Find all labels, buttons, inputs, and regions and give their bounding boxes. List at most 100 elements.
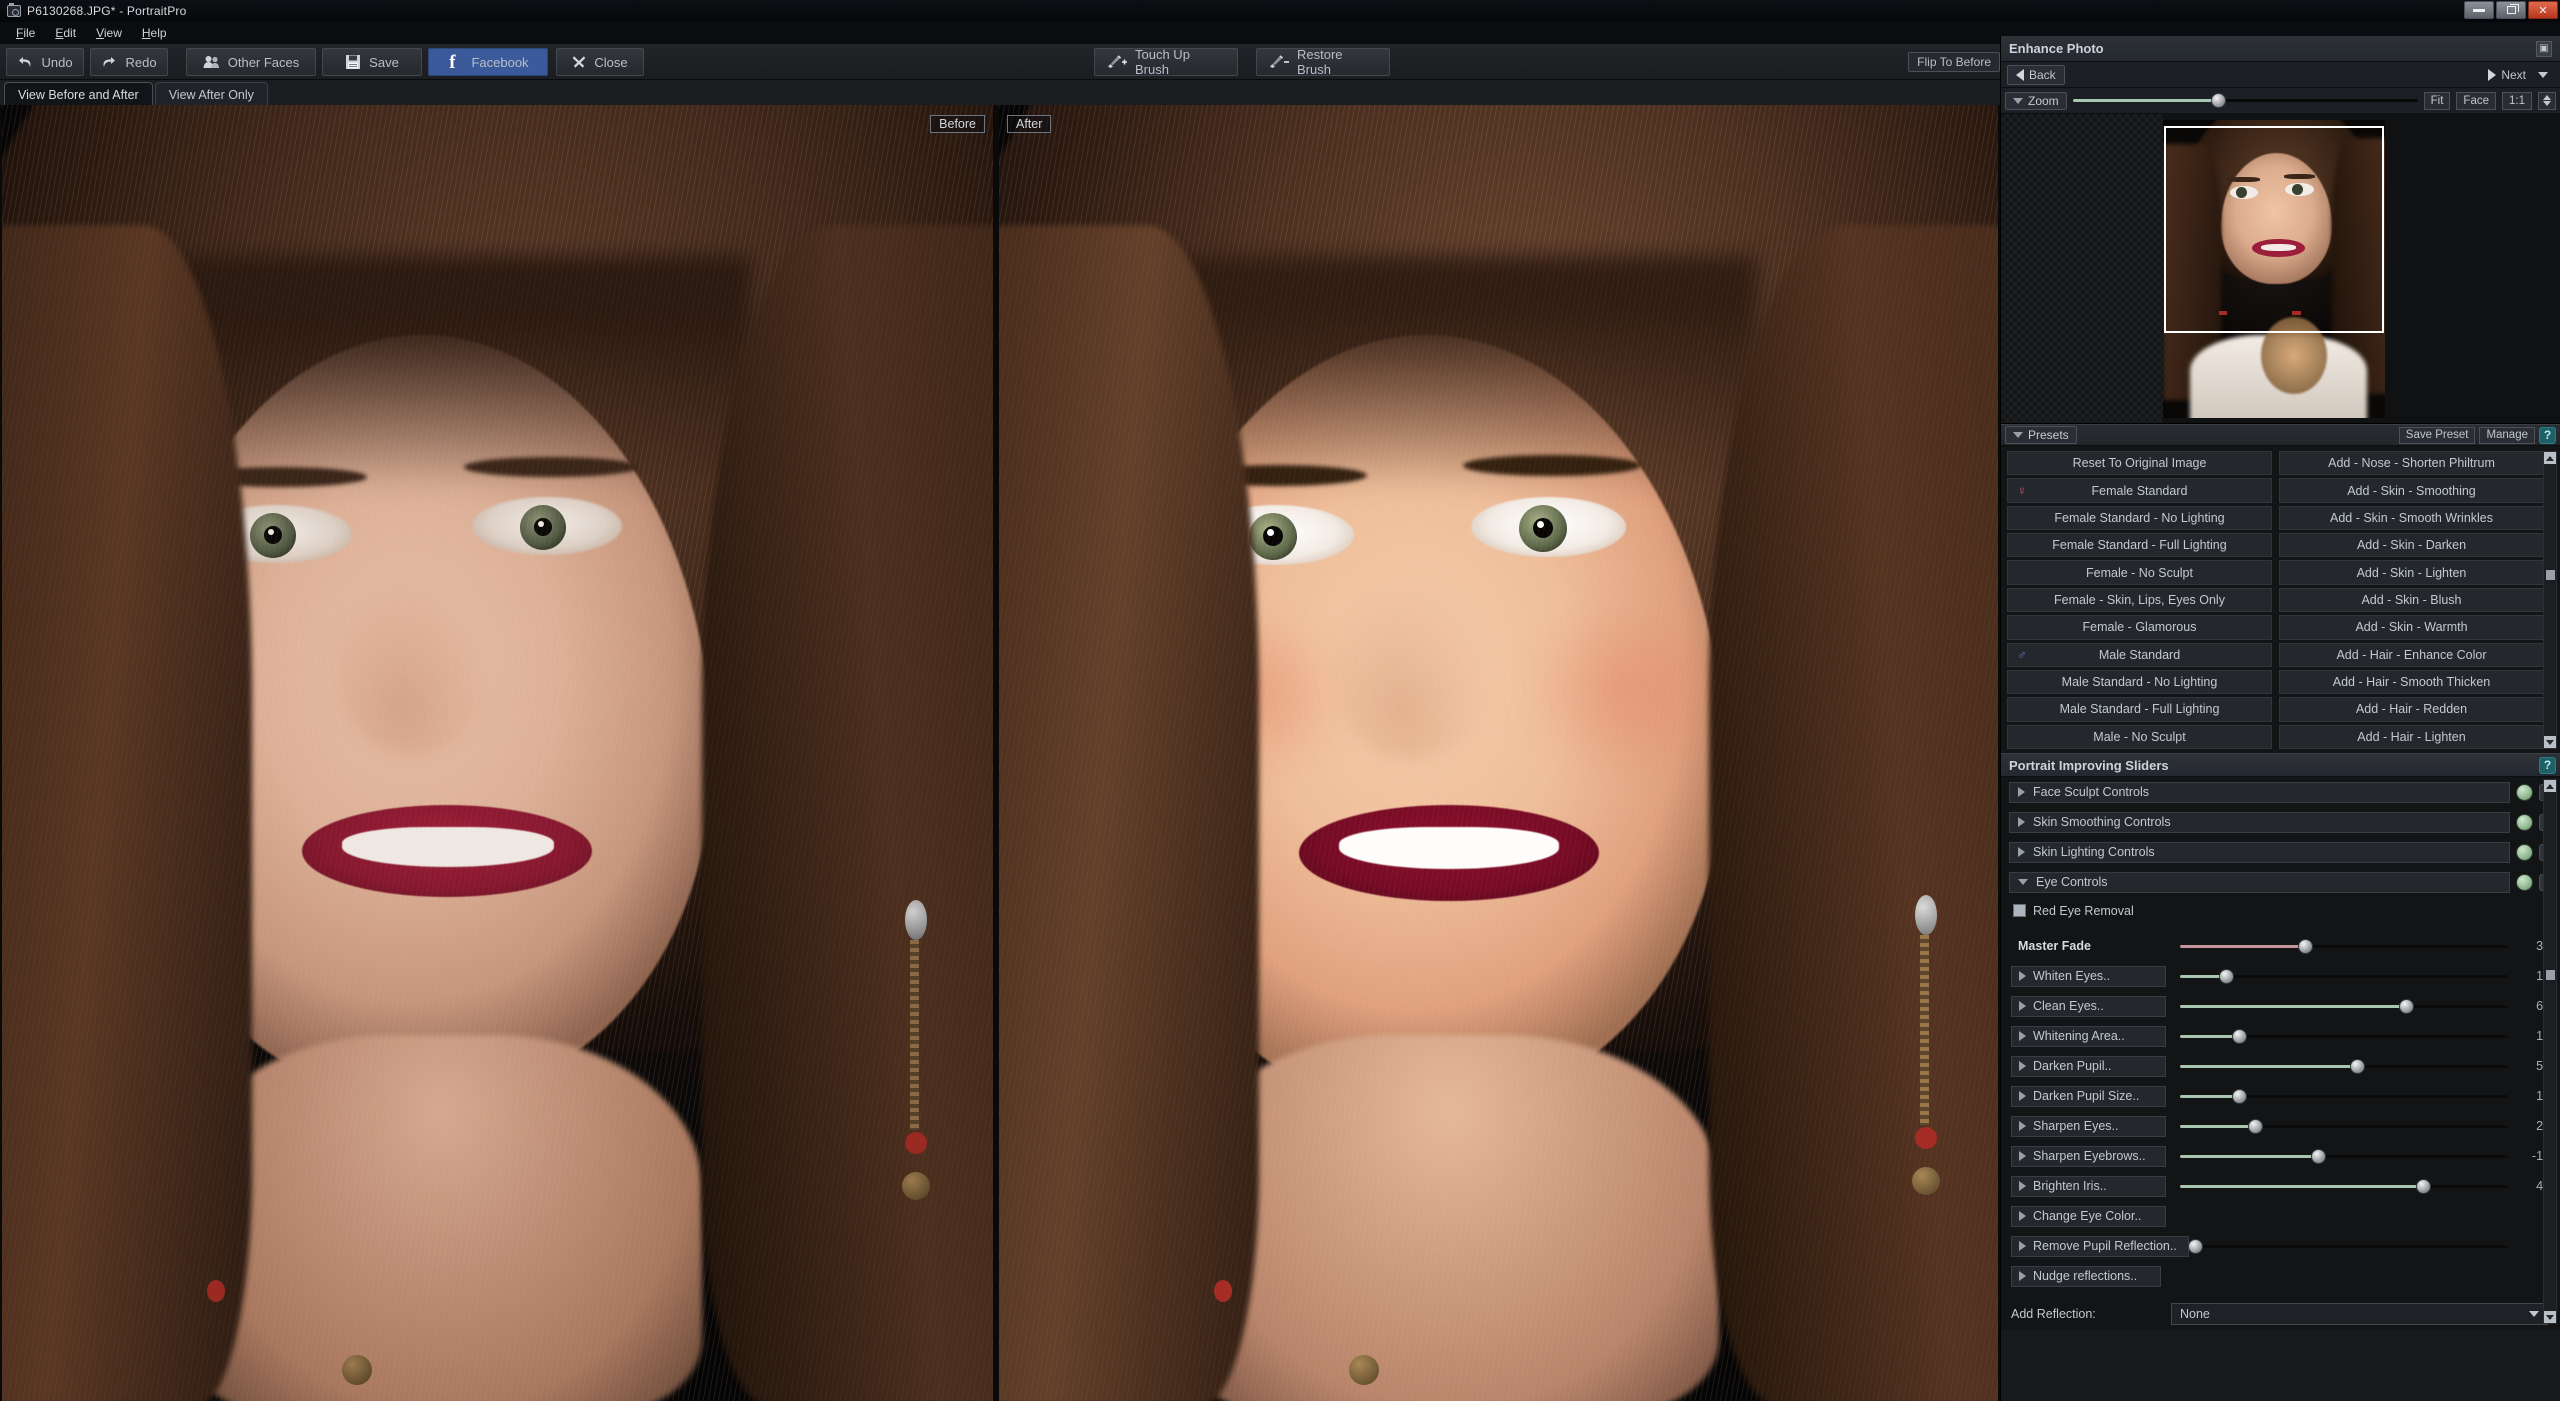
restore-brush-button[interactable]: Restore Brush	[1256, 47, 1390, 77]
eye-slider-control[interactable]	[2180, 1176, 2508, 1197]
preset-item[interactable]: Female Standard - Full Lighting	[2007, 533, 2272, 558]
preset-item[interactable]: Male Standard - No Lighting	[2007, 669, 2272, 695]
nudge-reflections-button[interactable]: Nudge reflections..	[2011, 1265, 2161, 1287]
manage-presets-button[interactable]: Manage	[2479, 426, 2535, 444]
eye-slider-control[interactable]	[2180, 966, 2508, 987]
eye-slider-expand-button[interactable]: Clean Eyes..	[2011, 995, 2166, 1017]
sliders-scrollbar[interactable]	[2543, 779, 2557, 1324]
control-group-enable-led[interactable]	[2516, 813, 2533, 831]
touch-up-brush-button[interactable]: Touch Up Brush	[1094, 47, 1238, 77]
other-faces-button[interactable]: Other Faces	[186, 48, 316, 76]
tab-view-before-and-after[interactable]: View Before and After	[4, 82, 153, 106]
zoom-1to1-button[interactable]: 1:1	[2502, 91, 2532, 110]
slider-knob[interactable]	[2218, 968, 2234, 984]
close-image-button[interactable]: Close	[556, 48, 644, 76]
preset-item[interactable]: Add - Nose - Shorten Philtrum	[2279, 451, 2544, 476]
eye-slider-expand-button[interactable]: Sharpen Eyebrows..	[2011, 1145, 2166, 1167]
zoom-face-button[interactable]: Face	[2456, 91, 2496, 110]
menu-view[interactable]: View	[86, 24, 132, 42]
eye-slider-control[interactable]	[2180, 1146, 2508, 1167]
preset-item[interactable]: Add - Skin - Smooth Wrinkles	[2279, 505, 2544, 531]
save-preset-button[interactable]: Save Preset	[2398, 426, 2476, 444]
preset-item[interactable]: Add - Hair - Enhance Color	[2279, 642, 2544, 667]
redo-button[interactable]: Redo	[90, 48, 168, 76]
red-eye-removal-row[interactable]: Red Eye Removal	[2001, 897, 2560, 924]
restore-button[interactable]	[2496, 1, 2526, 19]
preset-item[interactable]: Male Standard - Full Lighting	[2007, 697, 2272, 722]
presets-help-icon[interactable]: ?	[2539, 426, 2556, 444]
preset-item[interactable]: Female - Skin, Lips, Eyes Only	[2007, 587, 2272, 613]
scrollbar-thumb[interactable]	[2546, 970, 2555, 980]
scroll-up-arrow-icon[interactable]	[2544, 452, 2556, 464]
next-button[interactable]: Next	[2480, 65, 2534, 85]
menu-help[interactable]: Help	[132, 24, 177, 42]
add-reflection-select[interactable]: None	[2171, 1303, 2548, 1325]
eye-slider-expand-button[interactable]: Darken Pupil Size..	[2011, 1085, 2166, 1107]
slider-knob[interactable]	[2188, 1238, 2203, 1254]
preset-item[interactable]: Add - Skin - Warmth	[2279, 615, 2544, 640]
menu-file[interactable]: FFileile	[6, 24, 45, 42]
after-image-pane[interactable]: After	[999, 105, 1998, 1401]
scroll-down-arrow-icon[interactable]	[2544, 736, 2556, 748]
flip-to-before-button[interactable]: Flip To Before	[1908, 52, 2000, 72]
preset-item[interactable]: Add - Skin - Blush	[2279, 587, 2544, 613]
red-eye-removal-checkbox[interactable]	[2013, 904, 2026, 917]
master-fade-slider[interactable]	[2180, 936, 2508, 957]
control-group-button[interactable]: Skin Smoothing Controls	[2009, 811, 2510, 833]
presets-collapse-button[interactable]: Presets	[2005, 426, 2077, 444]
slider-knob[interactable]	[2310, 1148, 2326, 1164]
slider-knob[interactable]	[2399, 998, 2415, 1014]
scroll-up-arrow-icon[interactable]	[2544, 780, 2556, 792]
navigator-viewport-rect[interactable]	[2164, 126, 2384, 333]
preset-item[interactable]: ♂ Male Standard	[2007, 642, 2272, 667]
eye-slider-expand-button[interactable]: Brighten Iris..	[2011, 1175, 2166, 1197]
slider-knob[interactable]	[2350, 1058, 2366, 1074]
control-group-enable-led[interactable]	[2516, 783, 2533, 801]
remove-pupil-reflection-slider[interactable]	[2188, 1236, 2508, 1257]
close-window-button[interactable]: ✕	[2528, 1, 2558, 19]
save-button[interactable]: Save	[322, 48, 422, 76]
control-group-button[interactable]: Face Sculpt Controls	[2009, 781, 2510, 803]
eye-slider-expand-button[interactable]: Darken Pupil..	[2011, 1055, 2166, 1077]
tab-view-after-only[interactable]: View After Only	[154, 82, 268, 106]
minimize-button[interactable]	[2464, 1, 2494, 19]
preset-item[interactable]: Reset To Original Image	[2007, 451, 2272, 476]
slider-knob[interactable]	[2232, 1028, 2248, 1044]
preset-item[interactable]: Female - Glamorous	[2007, 615, 2272, 640]
preset-item[interactable]: Add - Skin - Smoothing	[2279, 478, 2544, 503]
scroll-down-arrow-icon[interactable]	[2544, 1311, 2556, 1323]
before-image-pane[interactable]: Before	[2, 105, 993, 1401]
preset-item[interactable]: Add - Skin - Darken	[2279, 533, 2544, 558]
navigator-preview[interactable]	[2001, 114, 2560, 424]
eye-slider-control[interactable]	[2180, 1116, 2508, 1137]
eye-slider-control[interactable]	[2180, 996, 2508, 1017]
eye-slider-expand-button[interactable]: Sharpen Eyes..	[2011, 1115, 2166, 1137]
preset-item[interactable]: Male - No Sculpt	[2007, 724, 2272, 749]
slider-knob[interactable]	[2232, 1088, 2248, 1104]
presets-scrollbar[interactable]	[2543, 451, 2557, 749]
control-group-button[interactable]: Skin Lighting Controls	[2009, 841, 2510, 863]
slider-knob[interactable]	[2248, 1118, 2264, 1134]
eye-slider-expand-button[interactable]: Whitening Area..	[2011, 1025, 2166, 1047]
preset-item[interactable]: Add - Hair - Smooth Thicken	[2279, 669, 2544, 695]
control-group-button[interactable]: Eye Controls	[2009, 871, 2510, 893]
change-eye-color-button[interactable]: Change Eye Color..	[2011, 1205, 2166, 1227]
zoom-stepper[interactable]	[2538, 91, 2556, 110]
sliders-help-icon[interactable]: ?	[2539, 756, 2556, 774]
preset-item[interactable]: Female - No Sculpt	[2007, 560, 2272, 585]
scrollbar-thumb[interactable]	[2546, 570, 2555, 580]
eye-slider-control[interactable]	[2180, 1056, 2508, 1077]
zoom-slider-knob[interactable]	[2210, 93, 2226, 108]
eye-slider-control[interactable]	[2180, 1086, 2508, 1107]
slider-knob[interactable]	[2415, 1178, 2431, 1194]
control-group-enable-led[interactable]	[2516, 843, 2533, 861]
zoom-collapse-button[interactable]: Zoom	[2005, 91, 2067, 110]
eye-slider-expand-button[interactable]: Whiten Eyes..	[2011, 965, 2166, 987]
remove-pupil-reflection-button[interactable]: Remove Pupil Reflection..	[2011, 1235, 2189, 1257]
slider-knob[interactable]	[2297, 938, 2313, 954]
next-dropdown-icon[interactable]	[2538, 71, 2548, 78]
eye-slider-control[interactable]	[2180, 1026, 2508, 1047]
preset-item[interactable]: Add - Hair - Redden	[2279, 697, 2544, 722]
panel-undock-icon[interactable]: ▣	[2536, 40, 2552, 57]
preset-item[interactable]: Add - Skin - Lighten	[2279, 560, 2544, 585]
